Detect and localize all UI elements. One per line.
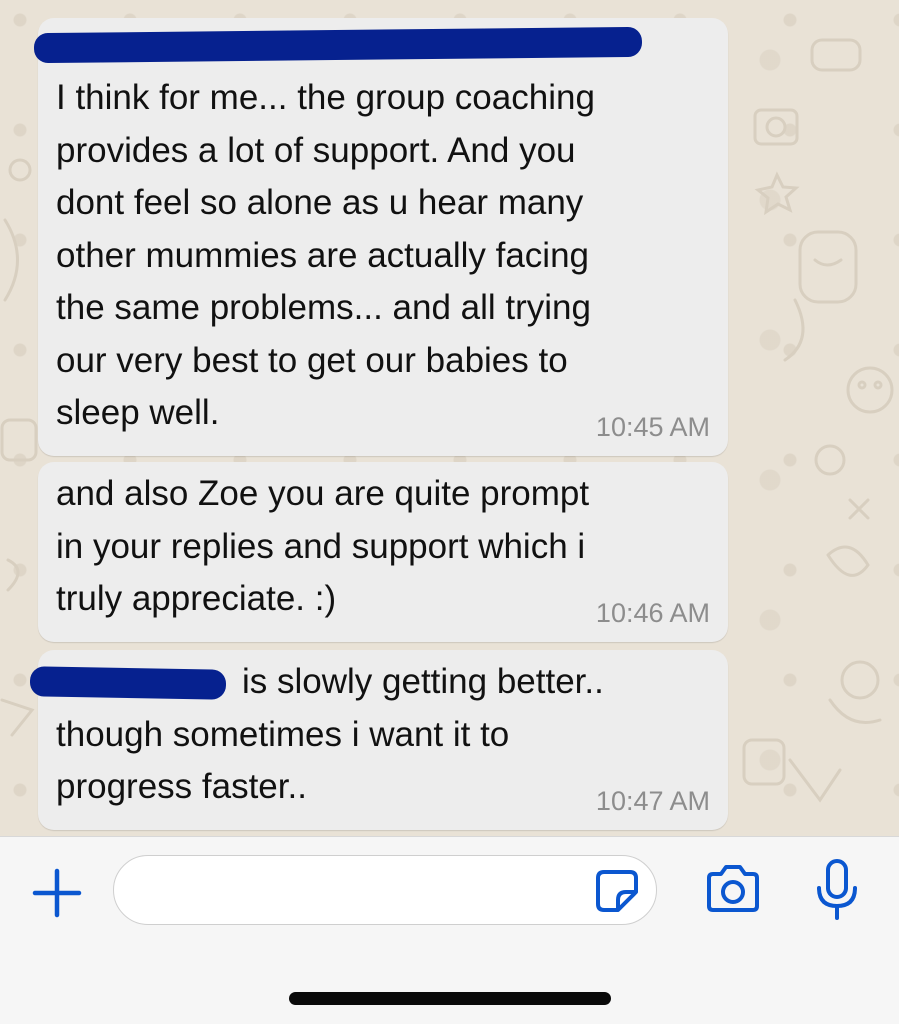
microphone-icon[interactable] <box>814 858 860 922</box>
plus-icon[interactable] <box>30 866 84 920</box>
message-text-field[interactable] <box>113 855 657 925</box>
camera-icon[interactable] <box>703 862 763 918</box>
message-text: I think for me... the group coaching pro… <box>56 78 595 432</box>
chat-area: I think for me... the group coaching pro… <box>0 0 899 836</box>
sticker-icon[interactable] <box>594 868 640 914</box>
message-timestamp: 10:46 AM <box>595 598 710 628</box>
message-timestamp: 10:45 AM <box>595 412 710 442</box>
incoming-message-bubble[interactable]: I think for me... the group coaching pro… <box>33 18 728 456</box>
redacted-text <box>29 666 227 700</box>
redacted-sender-name <box>33 26 643 64</box>
message-input[interactable] <box>136 870 580 912</box>
message-timestamp: 10:47 AM <box>595 786 710 816</box>
incoming-message-bubble[interactable]: is slowly getting better.. though someti… <box>29 650 728 830</box>
incoming-message-bubble[interactable]: and also Zoe you are quite prompt in you… <box>38 462 728 642</box>
home-indicator[interactable] <box>289 992 611 1005</box>
